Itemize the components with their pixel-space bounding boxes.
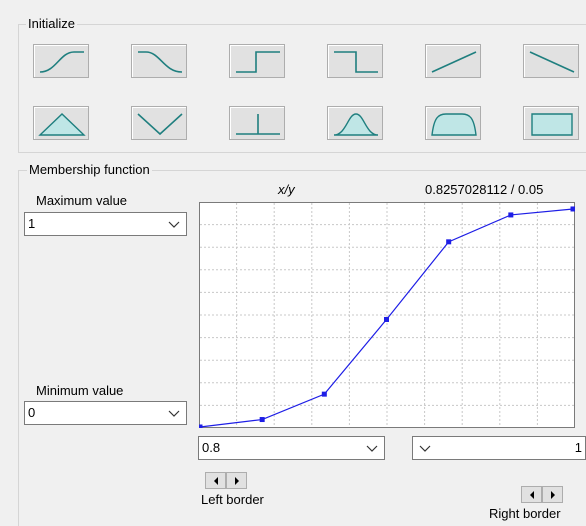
linear-falling-icon (529, 51, 575, 73)
membership-plot[interactable] (199, 202, 575, 428)
maximum-value-dropdown[interactable]: 1 (24, 212, 187, 236)
arrow-right-icon (551, 491, 555, 499)
linear-rising-button[interactable] (425, 44, 481, 78)
right-border-increase-button[interactable] (542, 486, 563, 503)
minimum-value-dropdown[interactable]: 0 (24, 401, 187, 425)
left-border-increase-button[interactable] (226, 472, 247, 489)
triangle-icon (38, 113, 86, 136)
minimum-value-text: 0 (28, 405, 36, 420)
curve-point-handle[interactable] (321, 391, 327, 397)
trapezoid-button[interactable] (425, 106, 481, 140)
arrow-left-icon (530, 491, 534, 499)
step-up-button[interactable] (229, 44, 285, 78)
left-border-decrease-button[interactable] (205, 472, 226, 489)
left-border-dropdown[interactable]: 0.8 (198, 436, 385, 460)
curve-point-handle[interactable] (199, 424, 203, 429)
curve-point-handle[interactable] (384, 316, 389, 322)
maximum-value-label: Maximum value (36, 193, 128, 208)
right-border-value: 1 (574, 440, 582, 455)
linear-rising-icon (431, 51, 477, 73)
linear-falling-button[interactable] (523, 44, 579, 78)
right-border-dropdown[interactable]: 1 (412, 436, 586, 460)
curve-point-handle[interactable] (508, 212, 514, 218)
maximum-value-text: 1 (28, 216, 36, 231)
v-shape-icon (137, 113, 183, 136)
initialize-title: Initialize (26, 16, 77, 31)
chevron-down-icon (419, 445, 431, 452)
left-border-value: 0.8 (202, 440, 221, 455)
step-up-icon (236, 51, 280, 73)
arrow-right-icon (235, 477, 239, 485)
singleton-button[interactable] (229, 106, 285, 140)
left-border-label: Left border (201, 492, 264, 507)
s-curve-falling-icon (138, 51, 183, 73)
rectangle-button[interactable] (523, 106, 579, 140)
curve-point-handle[interactable] (446, 239, 452, 245)
step-down-button[interactable] (327, 44, 383, 78)
initialize-group (18, 24, 586, 153)
triangle-button[interactable] (33, 106, 89, 140)
chevron-down-icon (168, 410, 180, 417)
right-border-label: Right border (489, 506, 561, 521)
chevron-down-icon (366, 445, 378, 452)
s-curve-falling-button[interactable] (131, 44, 187, 78)
arrow-left-icon (214, 477, 218, 485)
xy-label: x/y (278, 182, 295, 197)
v-shape-button[interactable] (131, 106, 187, 140)
minimum-value-label: Minimum value (36, 383, 124, 398)
singleton-icon (236, 114, 280, 135)
chevron-down-icon (168, 221, 180, 228)
cursor-readout: 0.8257028112 / 0.05 (425, 182, 544, 197)
s-curve-rising-icon (39, 51, 84, 73)
curve-point-handle[interactable] (259, 417, 265, 423)
bell-button[interactable] (327, 106, 383, 140)
curve-point-handle[interactable] (570, 206, 576, 212)
rectangle-icon (531, 113, 573, 136)
membership-title: Membership function (27, 162, 152, 177)
trapezoid-icon (431, 113, 477, 136)
right-border-decrease-button[interactable] (521, 486, 542, 503)
bell-icon (333, 113, 379, 136)
step-down-icon (334, 51, 378, 73)
s-curve-rising-button[interactable] (33, 44, 89, 78)
